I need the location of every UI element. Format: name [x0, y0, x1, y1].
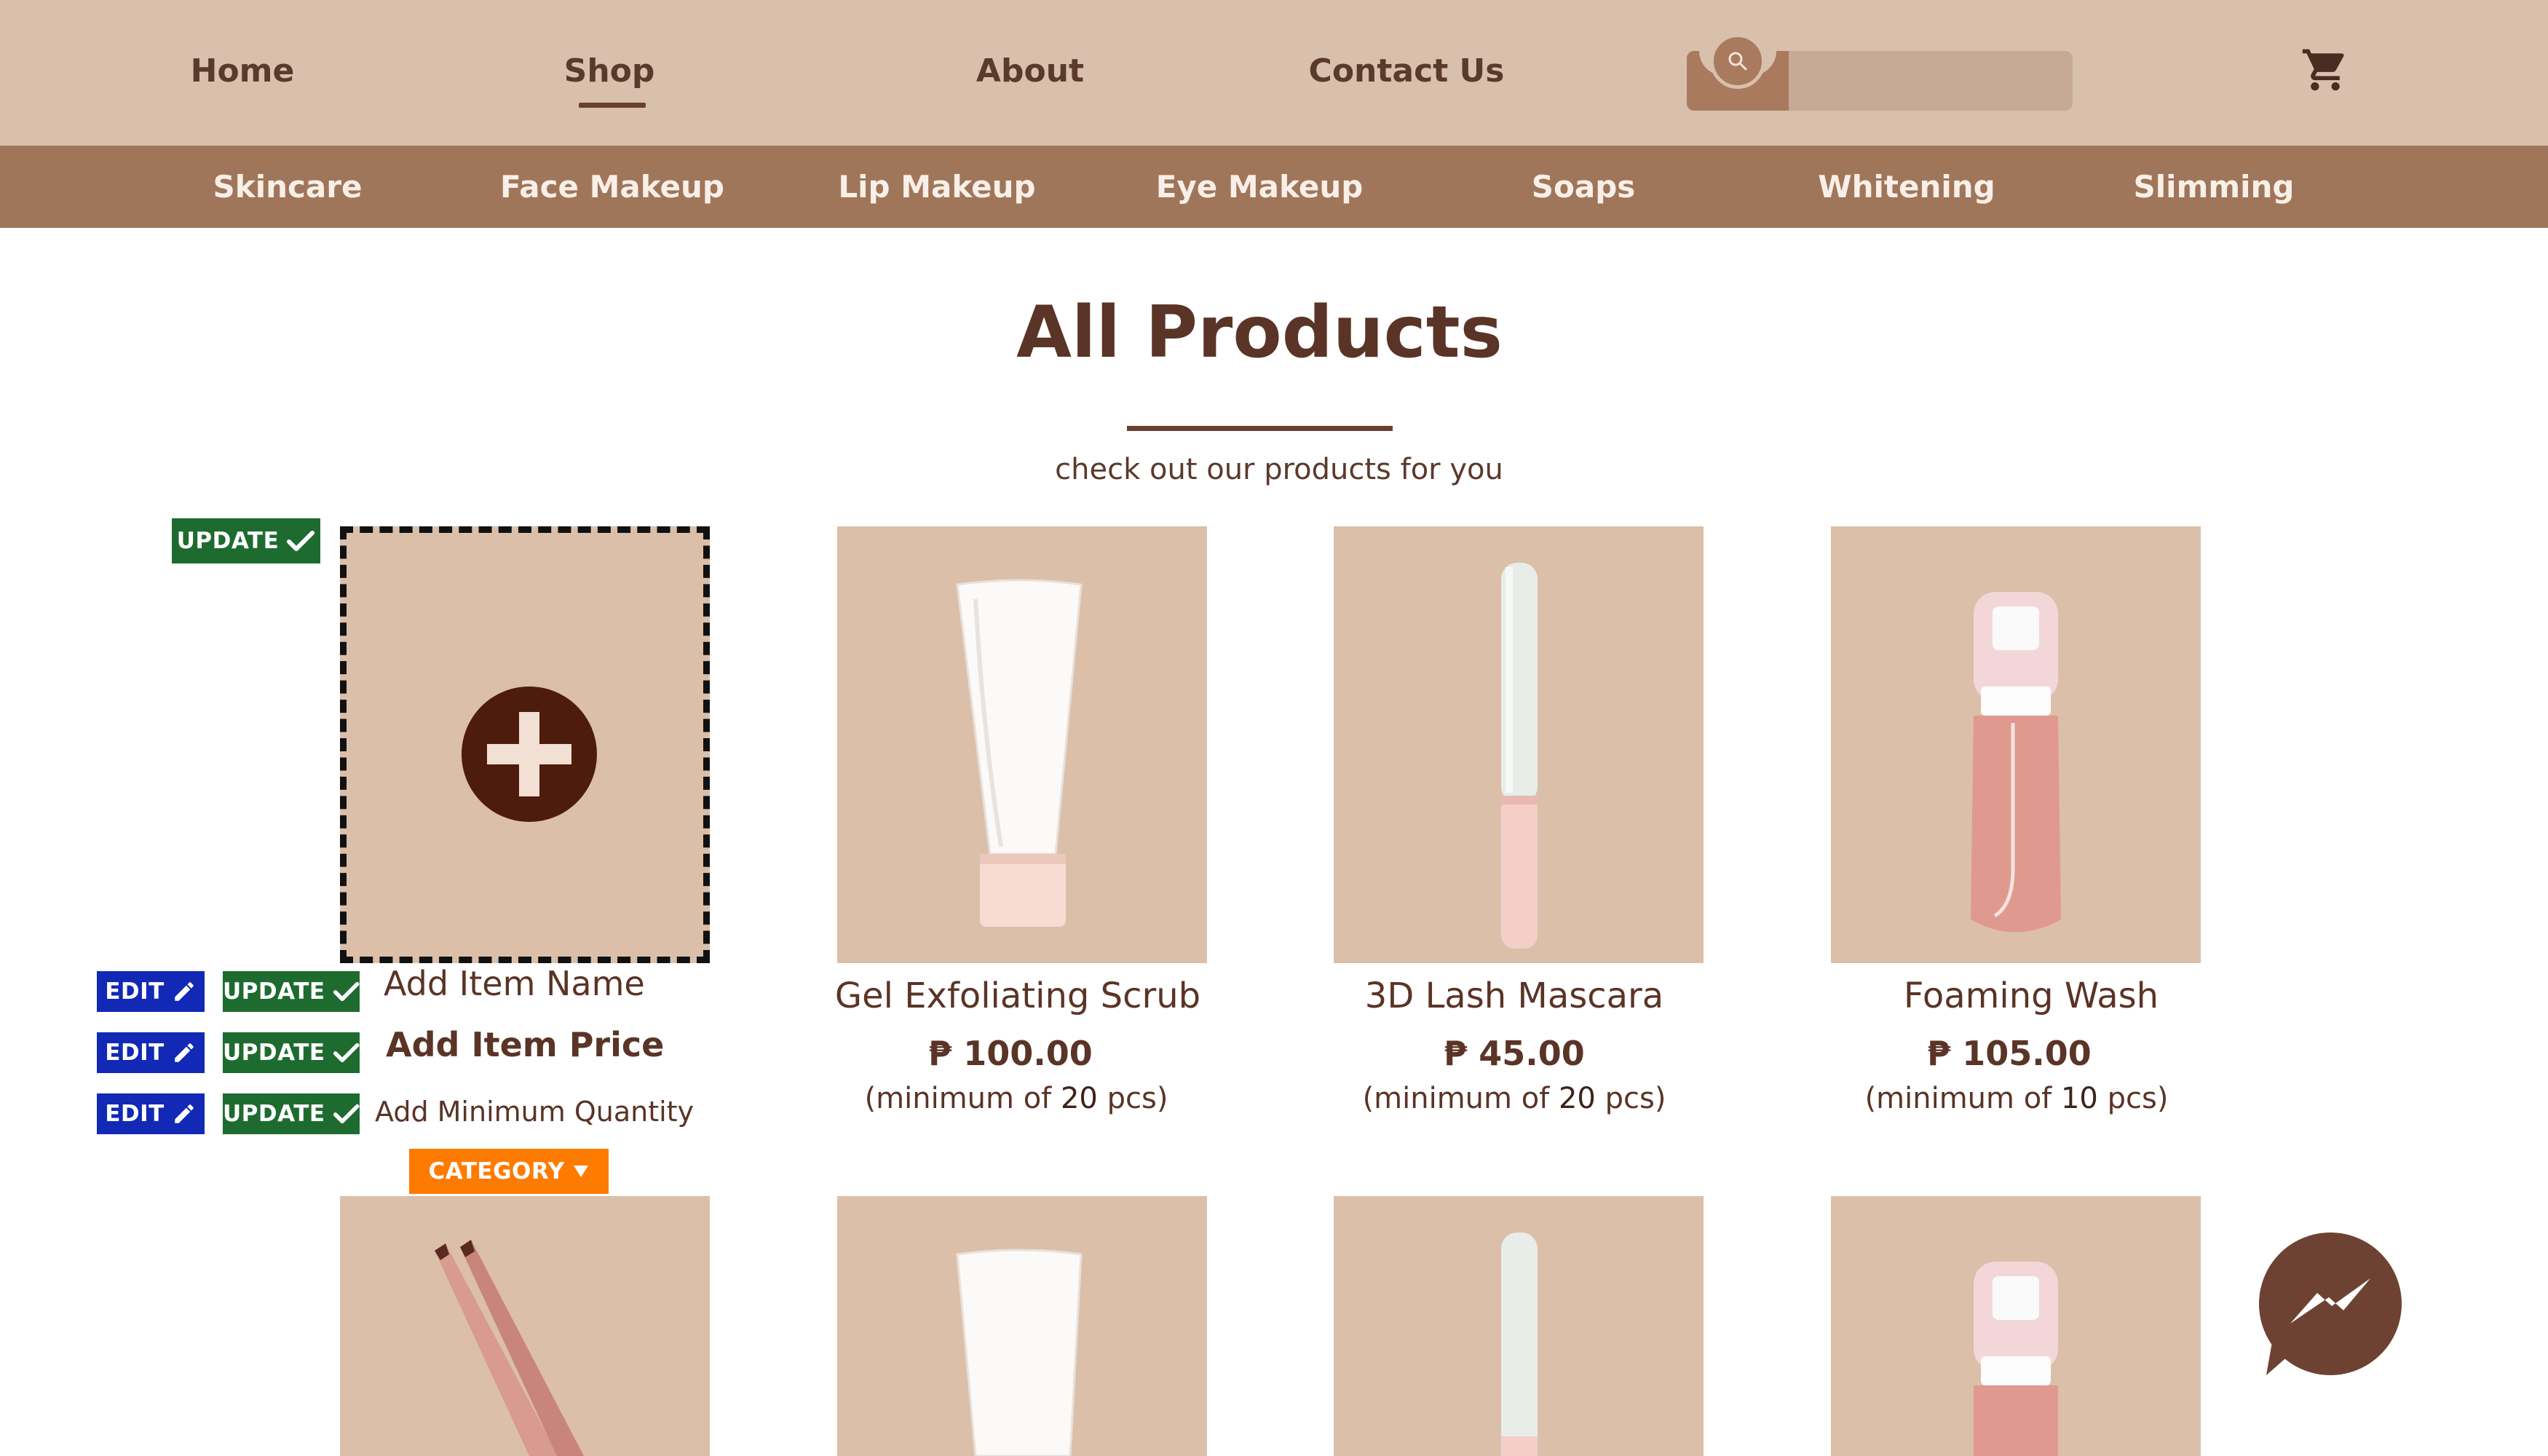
update-min-qty-button[interactable]: UPDATE [223, 1093, 360, 1134]
page-title: All Products [1016, 291, 1503, 374]
plus-icon[interactable] [462, 687, 597, 822]
nav-home[interactable]: Home [191, 52, 295, 90]
check-icon [333, 1042, 360, 1063]
product-image-lip-liner[interactable] [340, 1196, 710, 1456]
pencil-icon [175, 1104, 194, 1123]
pencil-icon [175, 982, 194, 1001]
product-min-qty: (minimum of 20 pcs) [864, 1082, 1168, 1115]
category-bar: Skincare Face Makeup Lip Makeup Eye Make… [0, 146, 2548, 228]
caret-down-icon [573, 1166, 588, 1177]
edit-min-qty-button[interactable]: EDIT [97, 1093, 205, 1134]
title-divider [1127, 426, 1393, 431]
edit-name-button[interactable]: EDIT [97, 971, 205, 1012]
page-subtitle: check out our products for you [1055, 453, 1503, 486]
product-name[interactable]: Gel Exfoliating Scrub [835, 976, 1200, 1016]
check-icon [287, 531, 315, 551]
pencil-icon [175, 1043, 194, 1062]
product-name[interactable]: 3D Lash Mascara [1365, 976, 1663, 1016]
product-image-3d-lash-mascara[interactable] [1334, 526, 1704, 963]
category-soaps[interactable]: Soaps [1532, 169, 1636, 205]
product-name[interactable]: Foaming Wash [1904, 976, 2159, 1016]
update-name-button[interactable]: UPDATE [223, 971, 360, 1012]
item-min-qty-field[interactable]: Add Minimum Quantity [375, 1096, 694, 1128]
product-image-foam-bottle[interactable] [1831, 1196, 2201, 1456]
check-icon [333, 1104, 360, 1124]
search-button-area[interactable] [1687, 33, 1789, 111]
cart-icon[interactable] [2300, 45, 2350, 98]
product-min-qty: (minimum of 20 pcs) [1362, 1082, 1666, 1115]
product-price: ₱ 100.00 [928, 1034, 1093, 1073]
check-icon [333, 981, 360, 1002]
product-image-foaming-wash[interactable] [1831, 526, 2201, 963]
category-skincare[interactable]: Skincare [213, 169, 363, 205]
product-image-mascara[interactable] [1334, 1196, 1704, 1456]
product-price: ₱ 105.00 [1927, 1034, 2092, 1073]
nav-about[interactable]: About [976, 52, 1084, 90]
nav-active-underline [579, 103, 646, 108]
category-eye-makeup[interactable]: Eye Makeup [1156, 169, 1364, 205]
item-name-field[interactable]: Add Item Name [384, 964, 645, 1003]
product-price: ₱ 45.00 [1444, 1034, 1585, 1073]
product-min-qty: (minimum of 10 pcs) [1864, 1082, 2169, 1115]
product-image-tube[interactable] [837, 1196, 1207, 1456]
product-image-gel-exfoliating-scrub[interactable] [837, 526, 1207, 963]
category-lip-makeup[interactable]: Lip Makeup [838, 169, 1035, 205]
update-image-button[interactable]: UPDATE [172, 518, 320, 563]
search-bar [1687, 33, 2073, 111]
category-slimming[interactable]: Slimming [2134, 169, 2295, 205]
item-price-field[interactable]: Add Item Price [386, 1025, 664, 1064]
category-whitening[interactable]: Whitening [1818, 169, 1995, 205]
category-face-makeup[interactable]: Face Makeup [500, 169, 724, 205]
nav-contact-us[interactable]: Contact Us [1309, 52, 1505, 90]
messenger-icon[interactable] [2259, 1233, 2402, 1381]
top-navigation: Home Shop About Contact Us [0, 0, 2548, 146]
add-image-dropzone[interactable] [340, 526, 710, 963]
category-dropdown[interactable]: CATEGORY [409, 1149, 609, 1194]
update-price-button[interactable]: UPDATE [223, 1032, 360, 1073]
search-input[interactable] [1790, 51, 2067, 111]
nav-shop[interactable]: Shop [564, 52, 655, 90]
edit-price-button[interactable]: EDIT [97, 1032, 205, 1073]
search-icon[interactable] [1710, 33, 1765, 89]
